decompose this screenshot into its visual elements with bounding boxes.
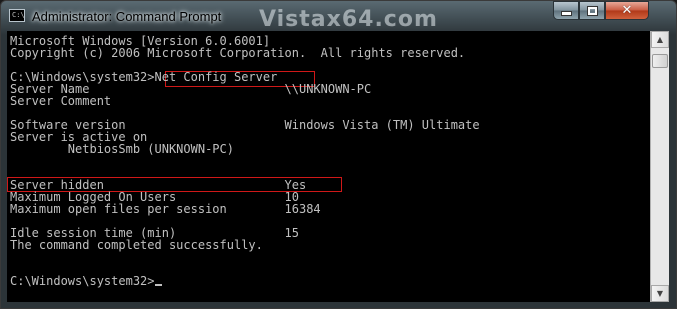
watermark: Vistax64.com xyxy=(259,7,438,32)
console-line: The command completed successfully. xyxy=(10,238,263,252)
arrow-up-icon: ▲ xyxy=(656,35,664,44)
minimize-icon xyxy=(560,11,572,16)
minimize-button[interactable] xyxy=(553,1,579,20)
close-button[interactable]: ✕ xyxy=(605,1,649,20)
scroll-up-button[interactable]: ▲ xyxy=(651,31,669,48)
command-prompt-icon[interactable]: C:\ xyxy=(9,9,25,22)
command-prompt-window: C:\ Administrator: Command Prompt Vistax… xyxy=(0,0,677,309)
scroll-down-button[interactable]: ▼ xyxy=(651,285,669,302)
console-line: Copyright (c) 2006 Microsoft Corporation… xyxy=(10,46,466,60)
console-line: Maximum open files per session 16384 xyxy=(10,202,321,216)
text-cursor xyxy=(154,284,162,286)
window-bottom-border xyxy=(1,302,676,308)
close-icon: ✕ xyxy=(621,3,633,18)
maximize-icon xyxy=(587,6,597,15)
console-line: C:\Windows\system32> xyxy=(10,275,162,287)
maximize-button[interactable] xyxy=(579,1,605,20)
title-bar[interactable]: C:\ Administrator: Command Prompt Vistax… xyxy=(1,1,676,32)
scrollbar-thumb[interactable] xyxy=(652,54,668,68)
arrow-down-icon: ▼ xyxy=(656,289,664,298)
console-output[interactable]: Microsoft Windows [Version 6.0.6001] Copy… xyxy=(7,31,650,302)
console-line: Server Comment xyxy=(10,94,112,108)
vertical-scrollbar[interactable]: ▲ ▼ xyxy=(650,31,669,302)
window-title: Administrator: Command Prompt xyxy=(32,9,222,24)
console-line: NetbiosSmb (UNKNOWN-PC) xyxy=(10,142,234,156)
